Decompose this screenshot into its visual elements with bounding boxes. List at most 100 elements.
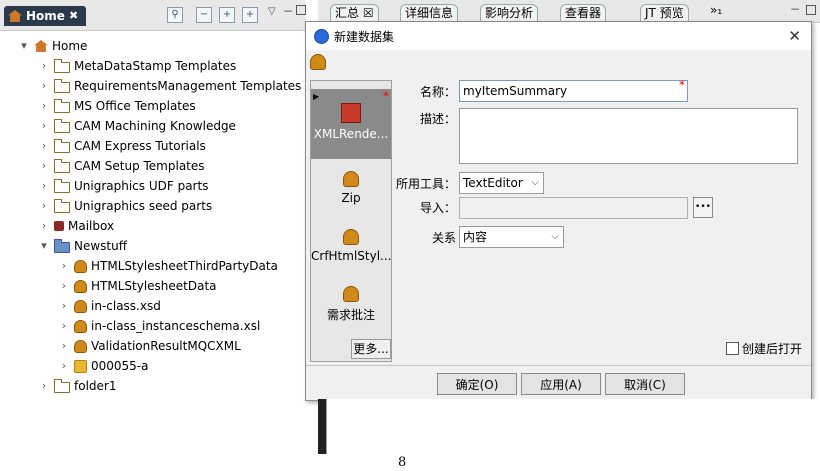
tree-node[interactable]: › in-class.xsd: [58, 296, 161, 316]
chevron-right-icon[interactable]: ›: [38, 136, 50, 156]
chevron-right-icon[interactable]: ›: [58, 316, 70, 336]
editor-background: [318, 399, 326, 454]
chevron-right-icon[interactable]: ›: [38, 176, 50, 196]
required-mark: *: [679, 78, 685, 92]
dataset-icon: [74, 299, 87, 313]
collapse-icon[interactable]: −: [196, 7, 212, 23]
more-button[interactable]: 更多...: [351, 339, 391, 359]
tree-node-label: 000055-a: [91, 359, 149, 373]
tree-node-label: Newstuff: [74, 239, 128, 253]
palette-item-crfhtmlstyle[interactable]: CrfHtmlStyl...: [311, 229, 392, 263]
tree-node[interactable]: › ValidationResultMQCXML: [58, 336, 241, 356]
description-field[interactable]: [459, 108, 798, 164]
tree-node[interactable]: › in-class_instanceschema.xsl: [58, 316, 260, 336]
tab-summary-label: 汇总 ☒: [335, 6, 374, 20]
editor-maximize-icon[interactable]: [806, 5, 816, 15]
tree-node[interactable]: › CAM Setup Templates: [38, 156, 205, 176]
palette-item-zip[interactable]: Zip: [311, 171, 391, 205]
name-field[interactable]: myItemSummary: [459, 80, 688, 102]
expand-icon[interactable]: +: [219, 7, 235, 23]
tab-impact-analysis[interactable]: 影响分析: [480, 4, 539, 22]
relation-select-value: 内容: [463, 230, 488, 244]
import-label: 导入：: [419, 201, 456, 215]
tree-node[interactable]: ▾ Home: [18, 36, 87, 56]
cancel-button[interactable]: 取消(C): [605, 373, 685, 395]
home-tab[interactable]: Home ✖: [4, 6, 87, 26]
folder-icon: [54, 378, 70, 393]
tab-viewer[interactable]: 查看器: [560, 4, 607, 22]
tool-select[interactable]: TextEditor ⌵: [459, 172, 544, 194]
chevron-right-icon[interactable]: ›: [38, 216, 50, 236]
tab-jt-preview[interactable]: JT 预览: [640, 4, 689, 22]
chevron-down-icon[interactable]: ▾: [18, 36, 30, 56]
tree-node[interactable]: › CAM Machining Knowledge: [38, 116, 236, 136]
tree-node[interactable]: › MS Office Templates: [38, 96, 196, 116]
tree-node[interactable]: › MetaDataStamp Templates: [38, 56, 236, 76]
editor-area: [326, 399, 820, 454]
apply-button[interactable]: 应用(A): [521, 373, 601, 395]
open-after-create-checkbox[interactable]: [726, 342, 739, 355]
minimize-icon[interactable]: −: [283, 4, 293, 18]
tree-node-label: ValidationResultMQCXML: [91, 339, 241, 353]
more-tabs-button[interactable]: »₁: [710, 3, 722, 17]
browse-button[interactable]: •••: [693, 197, 713, 218]
folder-icon: [54, 118, 70, 133]
chevron-right-icon[interactable]: ›: [38, 56, 50, 76]
tool-select-value: TextEditor: [463, 176, 523, 190]
expand-all-icon[interactable]: +: [242, 7, 258, 23]
tab-viewer-label: 查看器: [565, 6, 602, 20]
folder-icon: [54, 78, 70, 93]
tree-node[interactable]: › HTMLStylesheetThirdPartyData: [58, 256, 278, 276]
required-mark: *: [383, 89, 389, 103]
folder-icon: [54, 198, 70, 213]
tab-details-label: 详细信息: [405, 6, 454, 20]
ok-button[interactable]: 确定(O): [437, 373, 517, 395]
palette-item-xmlrenderer[interactable]: ▶ * XMLRende...: [311, 89, 391, 159]
item-icon: [74, 359, 87, 373]
editor-minimize-icon[interactable]: −: [790, 2, 800, 16]
tree-node[interactable]: › CAM Express Tutorials: [38, 136, 206, 156]
search-icon[interactable]: ⚲: [167, 7, 183, 23]
chevron-right-icon[interactable]: ›: [38, 196, 50, 216]
close-icon[interactable]: ✕: [788, 27, 801, 45]
folder-icon: [54, 58, 70, 73]
view-menu-icon[interactable]: ▽: [268, 6, 276, 17]
chevron-right-icon[interactable]: ›: [58, 336, 70, 356]
editor-tab-bar: 汇总 ☒ 详细信息 影响分析 查看器 JT 预览 »₁ −: [318, 0, 820, 23]
tree-node[interactable]: › Unigraphics seed parts: [38, 196, 212, 216]
palette-item-requirement-notes[interactable]: 需求批注: [311, 286, 391, 323]
tree-node-label: CAM Machining Knowledge: [74, 119, 236, 133]
chevron-right-icon[interactable]: ›: [38, 376, 50, 396]
tree-node-label: Unigraphics seed parts: [74, 199, 213, 213]
xml-renderer-icon: [341, 103, 361, 123]
tab-details[interactable]: 详细信息: [400, 4, 459, 22]
close-icon[interactable]: ✖: [69, 6, 78, 26]
chevron-down-icon[interactable]: ▾: [38, 236, 50, 256]
chevron-right-icon[interactable]: ›: [58, 356, 70, 376]
chevron-right-icon[interactable]: ›: [38, 96, 50, 116]
tree-node[interactable]: › Unigraphics UDF parts: [38, 176, 208, 196]
folder-icon: [54, 178, 70, 193]
tree-node[interactable]: › Mailbox: [38, 216, 114, 236]
tab-summary[interactable]: 汇总 ☒: [330, 4, 379, 22]
chevron-right-icon[interactable]: ›: [38, 116, 50, 136]
home-tab-label: Home: [26, 9, 65, 23]
chevron-right-icon[interactable]: ›: [58, 276, 70, 296]
chevron-right-icon[interactable]: ›: [38, 156, 50, 176]
tree-node-label: CAM Express Tutorials: [74, 139, 206, 153]
new-dataset-dialog: 新建数据集 ✕ ▶ * XMLRende... Zip CrfHtmlStyl.…: [305, 21, 812, 401]
tree-node-label: in-class.xsd: [91, 299, 161, 313]
tree-node[interactable]: › folder1: [38, 376, 116, 396]
tree-node[interactable]: › 000055-a: [58, 356, 149, 376]
tree-node[interactable]: › HTMLStylesheetData: [58, 276, 217, 296]
tree-node[interactable]: ▾ Newstuff: [38, 236, 127, 256]
dataset-icon: [74, 259, 87, 273]
chevron-right-icon[interactable]: ›: [58, 256, 70, 276]
relation-select[interactable]: 内容 ⌵: [459, 226, 564, 248]
maximize-icon[interactable]: [296, 5, 306, 15]
chevron-right-icon[interactable]: ›: [38, 76, 50, 96]
import-field[interactable]: [459, 197, 688, 219]
zip-icon: [343, 171, 359, 187]
chevron-right-icon[interactable]: ›: [58, 296, 70, 316]
tree-node[interactable]: › RequirementsManagement Templates: [38, 76, 301, 96]
